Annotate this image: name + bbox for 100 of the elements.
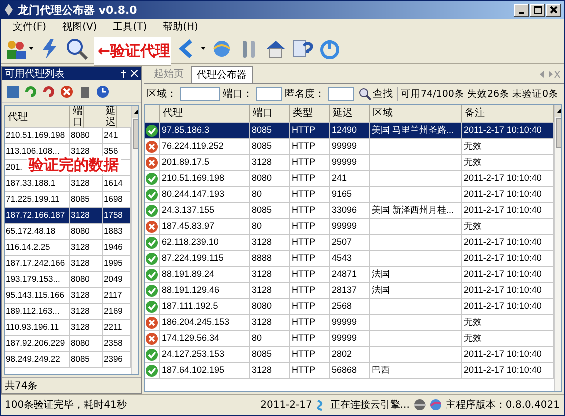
table-cell: 80.244.147.193: [160, 187, 250, 202]
table-cell: 241: [330, 171, 370, 186]
table-cell: 88.191.89.24: [160, 267, 250, 282]
column-header[interactable]: 代理: [160, 105, 250, 122]
maximize-icon: [534, 6, 542, 14]
table-cell: HTTP: [290, 203, 330, 218]
table-cell: 美国 马里兰州圣路...: [370, 123, 462, 138]
table-cell: 24.127.253.153: [160, 347, 250, 362]
table-cell: HTTP: [290, 235, 330, 250]
table-cell: 187.111.192.5: [160, 299, 250, 314]
arrow-icon[interactable]: [177, 37, 206, 61]
version-text: 主程序版本：0.8.0.4021: [446, 398, 560, 412]
menu-item[interactable]: 视图(V): [62, 20, 98, 34]
search-button[interactable]: 查找: [357, 87, 398, 101]
table-cell: HTTP: [290, 139, 330, 154]
column-header[interactable]: 类型: [290, 105, 330, 122]
minimize-button[interactable]: [514, 4, 529, 16]
table-cell: 97.85.186.3: [160, 123, 250, 138]
table-cell: 186.204.245.153: [160, 315, 250, 330]
table-cell: HTTP: [290, 315, 330, 330]
field-label: 区域：: [147, 88, 177, 101]
globe-icon: [430, 399, 442, 411]
table-cell: 8080: [70, 336, 103, 351]
column-header[interactable]: 端口: [70, 106, 84, 128]
column-header[interactable]: 端口: [250, 105, 290, 122]
table-cell: 3128: [250, 155, 290, 170]
table-cell: 8080: [70, 128, 103, 143]
table-cell: 8080: [70, 224, 103, 239]
toolbar-icon: [265, 38, 287, 60]
toolbar-icon: [5, 38, 27, 60]
menu-item[interactable]: 工具(T): [113, 20, 148, 34]
table-cell: 98.249.249.22: [5, 352, 70, 367]
summary-text: 可用74/100条 失效26条 未验证0条: [401, 88, 559, 100]
anonymity-input[interactable]: [328, 87, 354, 101]
table-cell: 187.92.206.229: [5, 336, 70, 351]
column-header[interactable]: 延迟: [330, 105, 370, 122]
menu-item[interactable]: 文件(F): [13, 20, 47, 34]
table-cell: 美国 新泽西州月桂...: [370, 203, 462, 218]
table-cell: 110.93.196.11: [5, 320, 70, 335]
pin-icon[interactable]: [120, 70, 127, 78]
field-label: 匿名度：: [285, 88, 325, 101]
field-label: 端口：: [223, 88, 253, 101]
table-cell: 法国: [370, 267, 462, 282]
table-cell: 80: [250, 219, 290, 234]
table-cell: 187.64.102.195: [160, 363, 250, 378]
search-icon: [359, 88, 371, 100]
refresh-icon[interactable]: [42, 85, 56, 99]
table-cell: 8085: [70, 352, 103, 367]
port-input[interactable]: [256, 87, 282, 101]
table-cell: 187.72.166.187: [5, 208, 70, 223]
close-button[interactable]: [546, 4, 561, 16]
table-cell: HTTP: [290, 251, 330, 266]
window-title: 龙门代理公布器 v0.8.0: [18, 2, 138, 18]
table-cell: 210.51.169.198: [5, 128, 70, 143]
table-cell: 116.14.2.25: [5, 240, 70, 255]
table-cell: 8085: [250, 123, 290, 138]
table-cell: 99999: [330, 315, 370, 330]
refresh-icon[interactable]: [24, 85, 38, 99]
table-cell: 201.89.17.5: [160, 155, 250, 170]
column-header[interactable]: 代理: [5, 106, 70, 128]
table-cell: HTTP: [290, 187, 330, 202]
status-message: 100条验证完毕，耗时41秒: [5, 398, 127, 412]
power-icon[interactable]: [319, 37, 341, 61]
table-cell: 187.17.242.166: [5, 256, 70, 271]
column-header[interactable]: 延迟: [103, 106, 117, 128]
table-cell: 210.51.169.198: [160, 171, 250, 186]
trash-icon[interactable]: [78, 85, 92, 99]
area-input[interactable]: [180, 87, 220, 101]
table-cell: 87.224.199.115: [160, 251, 250, 266]
toolbar-icon: [66, 38, 88, 60]
table-cell: HTTP: [290, 363, 330, 378]
table-cell: 8085: [250, 139, 290, 154]
table-cell: 71.225.199.11: [5, 192, 70, 207]
menu-item[interactable]: 帮助(H): [163, 20, 198, 34]
table-cell: 8085: [250, 203, 290, 218]
clock-icon[interactable]: [96, 85, 110, 99]
table-cell: HTTP: [290, 299, 330, 314]
table-cell: 3128: [70, 176, 103, 191]
table-cell: 法国: [370, 283, 462, 298]
table-cell: 33096: [330, 203, 370, 218]
delete-icon[interactable]: [60, 85, 74, 99]
table-cell: 8888: [250, 251, 290, 266]
table-cell: 76.224.119.252: [160, 139, 250, 154]
table-cell: 187.45.83.97: [160, 219, 250, 234]
table-cell: 24871: [330, 267, 370, 282]
table-cell: HTTP: [290, 219, 330, 234]
close-icon[interactable]: [131, 70, 138, 77]
table-cell: 88.191.129.46: [160, 283, 250, 298]
annotation-text: ←验证代理: [94, 37, 171, 66]
tab[interactable]: 代理公布器: [191, 66, 253, 83]
maximize-button[interactable]: [530, 4, 545, 16]
column-header[interactable]: 区域: [370, 105, 462, 122]
close-icon: [550, 6, 558, 14]
search-icon[interactable]: [66, 37, 88, 61]
app-icon: [4, 4, 14, 16]
table-cell: HTTP: [290, 283, 330, 298]
table-cell: 8085: [250, 347, 290, 362]
table-cell: 3128: [250, 315, 290, 330]
save-icon[interactable]: [6, 85, 20, 99]
table-cell: 9165: [330, 187, 370, 202]
